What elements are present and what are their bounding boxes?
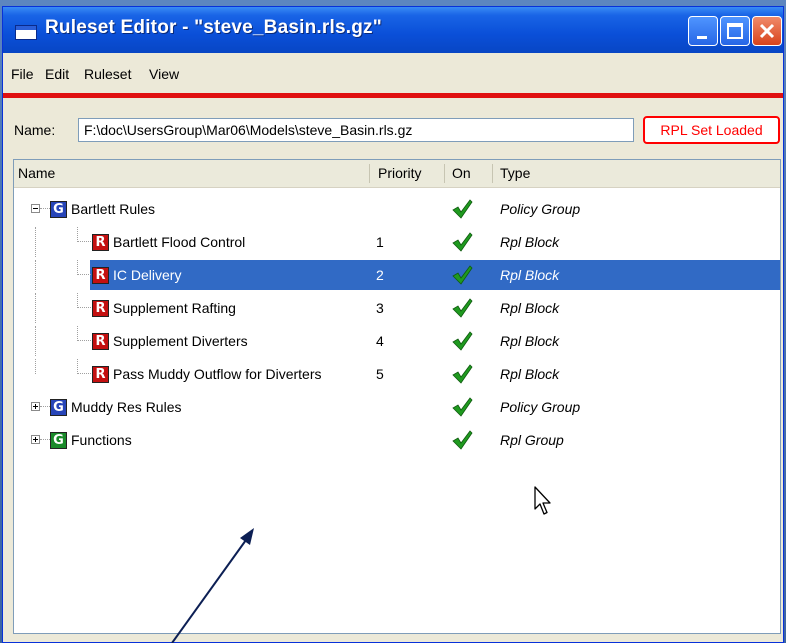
name-field[interactable]: F:\doc\UsersGroup\Mar06\Models\steve_Bas… [78, 118, 634, 142]
close-icon [759, 23, 775, 39]
row-name: Supplement Diverters [113, 333, 248, 349]
column-divider[interactable] [492, 164, 493, 183]
tree-connector [77, 373, 91, 374]
tree-connector [77, 227, 78, 242]
rule-icon: R [92, 333, 109, 350]
minimize-button[interactable] [688, 16, 718, 46]
column-header-type[interactable]: Type [500, 160, 530, 186]
enabled-check-icon[interactable] [451, 396, 473, 418]
tree-connector [77, 274, 91, 275]
tree-connector [40, 406, 50, 407]
tree-connector [35, 260, 36, 290]
enabled-check-icon[interactable] [451, 297, 473, 319]
expand-icon[interactable] [31, 435, 40, 444]
tree-connector [77, 293, 78, 308]
row-name: Functions [71, 432, 132, 448]
row-priority: 4 [376, 333, 384, 349]
column-divider[interactable] [369, 164, 370, 183]
enabled-check-icon[interactable] [451, 231, 473, 253]
rule-icon: R [92, 267, 109, 284]
column-header-priority[interactable]: Priority [378, 160, 422, 186]
group-icon: G [50, 201, 67, 218]
tree-connector [77, 260, 78, 275]
tree-connector [40, 439, 50, 440]
row-type: Rpl Block [500, 333, 560, 349]
row-type: Policy Group [500, 399, 581, 415]
tree-row[interactable]: G Functions Rpl Group [14, 425, 780, 455]
row-type: Rpl Block [500, 366, 560, 382]
row-priority: 2 [376, 267, 384, 283]
row-name: Bartlett Rules [71, 201, 156, 217]
row-name: Bartlett Flood Control [113, 234, 246, 250]
tree-connector [77, 307, 91, 308]
column-divider[interactable] [444, 164, 445, 183]
menu-view[interactable]: View [149, 66, 179, 82]
tree-row[interactable]: G Bartlett Rules Policy Group [14, 194, 780, 224]
tree-row[interactable]: R Supplement Rafting 3 Rpl Block [14, 293, 780, 323]
close-button[interactable] [752, 16, 782, 46]
row-priority: 1 [376, 234, 384, 250]
selection-highlight [90, 260, 780, 290]
tree-connector [40, 208, 50, 209]
tree-row[interactable]: R Pass Muddy Outflow for Diverters 5 Rpl Bl… [14, 359, 780, 389]
column-header-on[interactable]: On [452, 160, 471, 186]
tree-row[interactable]: R Supplement Diverters 4 Rpl Block [14, 326, 780, 356]
mouse-cursor-icon [534, 486, 551, 515]
group-icon: G [50, 399, 67, 416]
ruleset-tree[interactable]: Name Priority On Type G Bartlett Rules Pol… [13, 159, 781, 634]
tree-connector [77, 326, 78, 341]
tree-connector [77, 340, 91, 341]
app-window-icon [15, 25, 37, 40]
name-label: Name: [14, 122, 56, 138]
enabled-check-icon[interactable] [451, 429, 473, 451]
tree-connector [77, 241, 91, 242]
separator-bar [3, 93, 783, 98]
row-type: Policy Group [500, 201, 581, 217]
row-name: Muddy Res Rules [71, 399, 182, 415]
column-header-name[interactable]: Name [18, 160, 55, 186]
rule-icon: R [92, 300, 109, 317]
tree-row[interactable]: R Bartlett Flood Control 1 Rpl Block [14, 227, 780, 257]
tree-connector [35, 293, 36, 323]
tree-row[interactable]: G Muddy Res Rules Policy Group [14, 392, 780, 422]
row-type: Rpl Block [500, 234, 560, 250]
maximize-icon [727, 23, 743, 39]
menu-ruleset[interactable]: Ruleset [84, 66, 131, 82]
status-badge[interactable]: RPL Set Loaded [643, 116, 780, 144]
tree-connector [35, 359, 36, 374]
tree-connector [35, 326, 36, 356]
tree-row[interactable]: R IC Delivery 2 Rpl Block [14, 260, 780, 290]
row-priority: 5 [376, 366, 384, 382]
enabled-check-icon[interactable] [451, 363, 473, 385]
row-type: Rpl Group [500, 432, 564, 448]
row-priority: 3 [376, 300, 384, 316]
group-icon: G [50, 432, 67, 449]
tree-header: Name Priority On Type [14, 160, 780, 188]
row-type: Rpl Block [500, 267, 560, 283]
tree-connector [35, 227, 36, 257]
collapse-icon[interactable] [31, 204, 40, 213]
row-name: IC Delivery [113, 267, 182, 283]
title-bar[interactable]: Ruleset Editor - "steve_Basin.rls.gz" [3, 7, 783, 53]
minimize-icon [697, 36, 707, 39]
row-name: Pass Muddy Outflow for Diverters [113, 366, 322, 382]
expand-icon[interactable] [31, 402, 40, 411]
menu-bar: File Edit Ruleset View [3, 55, 783, 91]
row-type: Rpl Block [500, 300, 560, 316]
window-title: Ruleset Editor - "steve_Basin.rls.gz" [45, 17, 382, 38]
enabled-check-icon[interactable] [451, 198, 473, 220]
menu-edit[interactable]: Edit [45, 66, 69, 82]
rule-icon: R [92, 234, 109, 251]
rule-icon: R [92, 366, 109, 383]
menu-file[interactable]: File [11, 66, 34, 82]
row-name: Supplement Rafting [113, 300, 236, 316]
enabled-check-icon[interactable] [451, 330, 473, 352]
maximize-button[interactable] [720, 16, 750, 46]
enabled-check-icon[interactable] [451, 264, 473, 286]
ruleset-editor-window: Ruleset Editor - "steve_Basin.rls.gz" Fi… [2, 6, 784, 643]
tree-connector [77, 359, 78, 374]
